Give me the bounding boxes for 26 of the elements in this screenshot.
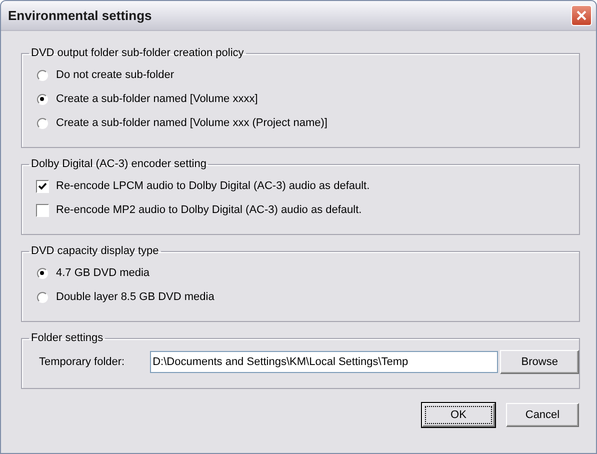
option-label: 4.7 GB DVD media — [56, 267, 150, 279]
folder-path-field[interactable]: D:\Documents and Settings\KM\Local Settings\Temp — [150, 351, 498, 373]
dialog-button[interactable]: OK — [422, 403, 495, 427]
radio-button[interactable] — [36, 118, 48, 128]
dialog-button[interactable]: Cancel — [506, 403, 579, 427]
close-icon — [576, 10, 587, 21]
browse-button[interactable]: Browse — [500, 350, 579, 374]
radio-button[interactable] — [36, 268, 48, 278]
close-button[interactable] — [571, 5, 592, 26]
radio-button[interactable] — [36, 94, 48, 104]
option-label: Create a sub-folder named [Volume xxx (Project name)] — [56, 117, 328, 129]
group-title: Folder settings — [30, 332, 104, 344]
field-label: Temporary folder: — [39, 356, 126, 368]
radio-button[interactable] — [36, 70, 48, 80]
radio-button[interactable] — [36, 292, 48, 302]
option-label: Double layer 8.5 GB DVD media — [56, 291, 214, 303]
window-title: Environmental settings — [8, 8, 152, 23]
group-title: DVD output folder sub-folder creation policy — [30, 47, 245, 59]
option-label: Do not create sub-folder — [56, 69, 174, 81]
group-title: Dolby Digital (AC-3) encoder setting — [30, 158, 208, 170]
group-title: DVD capacity display type — [30, 245, 160, 257]
checkbox[interactable] — [36, 180, 48, 192]
checkbox[interactable] — [36, 204, 48, 216]
option-label: Create a sub-folder named [Volume xxxx] — [56, 93, 258, 105]
option-label: Re-encode MP2 audio to Dolby Digital (AC-3) audio as default. — [56, 204, 362, 216]
option-label: Re-encode LPCM audio to Dolby Digital (AC-3) audio as default. — [56, 180, 370, 192]
